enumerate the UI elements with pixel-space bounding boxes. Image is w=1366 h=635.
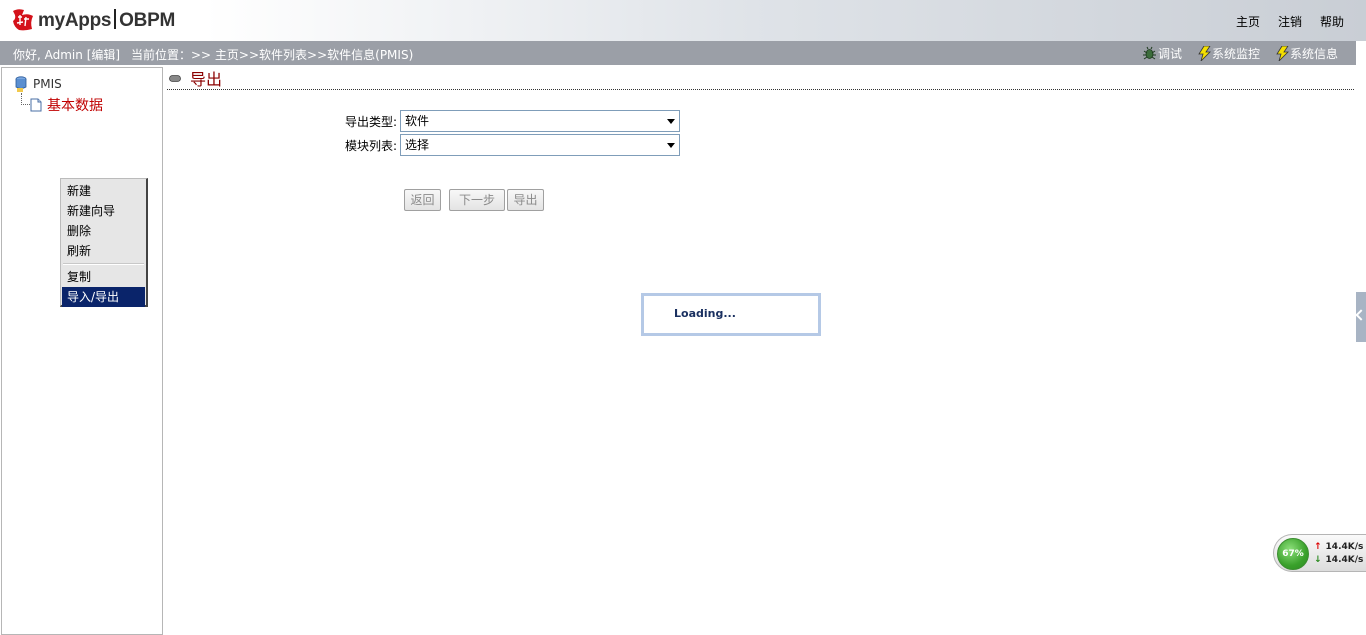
download-row: ↓ 14.4K/s [1314, 555, 1363, 565]
module-list-select[interactable]: 选择 [400, 134, 680, 156]
database-icon [15, 76, 27, 92]
top-header: myApps OBPM 主页 注销 帮助 [0, 0, 1366, 41]
lightning-icon [1276, 46, 1289, 61]
page-title-bar: 导出 [167, 66, 1354, 90]
export-type-row: 导出类型: 软件 [335, 110, 680, 132]
tree-node-label: 基本数据 [47, 98, 103, 114]
lightning-icon [1198, 46, 1211, 61]
network-speed-widget[interactable]: 67% ↑ 14.4K/s ↓ 14.4K/s [1273, 534, 1366, 572]
logout-link[interactable]: 注销 [1278, 13, 1302, 30]
module-list-label: 模块列表: [344, 138, 397, 153]
status-bar: 你好, Admin [编辑] 当前位置：>> 主页>>软件列表>>软件信息(PM… [0, 41, 1356, 65]
help-link[interactable]: 帮助 [1320, 13, 1344, 30]
tree-panel: PMIS 基本数据 [1, 67, 163, 635]
page-title: 导出 [190, 70, 223, 89]
download-arrow-icon: ↓ [1314, 555, 1322, 565]
logo-mark-icon [10, 7, 36, 33]
next-button[interactable]: 下一步 [449, 189, 505, 211]
export-button[interactable]: 导出 [507, 189, 544, 211]
tree-connector [21, 93, 30, 105]
menu-item-copy[interactable]: 复制 [61, 267, 146, 287]
menu-item-new[interactable]: 新建 [61, 181, 146, 201]
menu-separator [63, 263, 144, 265]
bug-icon [1142, 46, 1156, 60]
export-type-select[interactable]: 软件 [400, 110, 680, 132]
toolbar-tools: 调试 系统监控 系统信息 [1142, 45, 1338, 62]
back-button[interactable]: 返回 [404, 189, 441, 211]
export-type-value: 软件 [405, 114, 430, 128]
chevron-left-icon [1355, 309, 1366, 321]
app-logo[interactable]: myApps OBPM [10, 6, 175, 34]
top-links: 主页 注销 帮助 [1236, 13, 1344, 30]
export-type-label: 导出类型: [344, 114, 397, 129]
user-greeting[interactable]: 你好, Admin [编辑] [13, 46, 120, 63]
upload-row: ↑ 14.4K/s [1314, 542, 1363, 552]
document-icon [30, 98, 42, 112]
upload-rate: 14.4K/s [1325, 542, 1364, 552]
system-info-label: 系统信息 [1289, 47, 1338, 61]
side-collapse-tab[interactable] [1355, 292, 1366, 342]
breadcrumb: 当前位置：>> 主页>>软件列表>>软件信息(PMIS) [131, 48, 414, 62]
loading-text: Loading... [674, 307, 736, 320]
logo-brand: OBPM [119, 9, 175, 31]
menu-item-delete[interactable]: 删除 [61, 221, 146, 241]
logo-name: myApps [38, 9, 112, 31]
menu-item-new-wizard[interactable]: 新建向导 [61, 201, 146, 221]
logo-separator [114, 8, 117, 29]
module-list-value: 选择 [405, 138, 430, 152]
upload-arrow-icon: ↑ [1314, 542, 1322, 552]
debug-label: 调试 [1157, 47, 1182, 61]
home-link[interactable]: 主页 [1236, 13, 1260, 30]
menu-item-import-export[interactable]: 导入/导出 [62, 287, 145, 307]
system-monitor-tool[interactable]: 系统监控 [1198, 45, 1260, 62]
module-list-row: 模块列表: 选择 [335, 134, 680, 156]
download-rate: 14.4K/s [1325, 555, 1364, 565]
tree-root[interactable]: PMIS [14, 76, 62, 92]
context-menu: 新建 新建向导 删除 刷新 复制 导入/导出 [60, 178, 148, 307]
debug-tool[interactable]: 调试 [1142, 45, 1182, 62]
loading-box: Loading... [641, 293, 821, 336]
tree-root-label: PMIS [33, 77, 62, 91]
system-info-tool[interactable]: 系统信息 [1276, 45, 1338, 62]
usage-percent: 67% [1277, 538, 1309, 570]
title-bullet-icon [169, 75, 181, 82]
menu-item-refresh[interactable]: 刷新 [61, 241, 146, 261]
tree-node-basic-data[interactable]: 基本数据 [30, 95, 103, 115]
chevron-down-icon [667, 119, 675, 124]
logo-text: myApps OBPM [38, 8, 175, 32]
chevron-down-icon [667, 143, 675, 148]
system-monitor-label: 系统监控 [1211, 47, 1260, 61]
